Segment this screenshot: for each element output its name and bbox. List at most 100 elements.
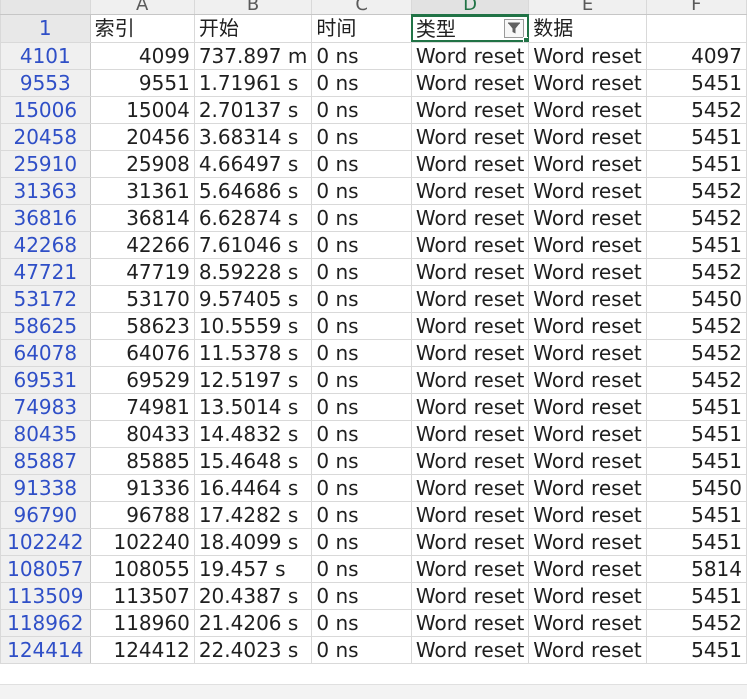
row-number[interactable]: 80435 xyxy=(0,419,91,448)
cell-header-time[interactable]: 时间 xyxy=(311,14,412,43)
cell-data[interactable]: Word reset xyxy=(528,446,647,475)
cell-time[interactable]: 0 ns xyxy=(311,581,412,610)
cell-value[interactable]: 5452 xyxy=(645,203,747,232)
cell-type[interactable]: Word reset xyxy=(410,608,530,637)
cell-start[interactable]: 20.4387 s xyxy=(193,581,313,610)
cell-time[interactable]: 0 ns xyxy=(311,95,412,124)
cell-type[interactable]: Word reset xyxy=(410,68,530,97)
cell-data[interactable]: Word reset xyxy=(528,122,647,151)
cell-value[interactable]: 5452 xyxy=(645,608,747,637)
cell-value[interactable]: 5452 xyxy=(645,95,747,124)
cell-type[interactable]: Word reset xyxy=(410,392,530,421)
filter-funnel-icon[interactable] xyxy=(504,18,525,38)
row-number[interactable]: 102242 xyxy=(0,527,91,556)
cell-type[interactable]: Word reset xyxy=(410,284,530,313)
cell-data[interactable]: Word reset xyxy=(528,635,647,664)
cell-value[interactable]: 5452 xyxy=(645,257,747,286)
cell-start[interactable]: 3.68314 s xyxy=(193,122,313,151)
cell-header-f[interactable] xyxy=(645,14,747,43)
cell-start[interactable]: 19.457 s xyxy=(193,554,313,583)
cell-data[interactable]: Word reset xyxy=(528,95,647,124)
cell-value[interactable]: 5452 xyxy=(645,365,747,394)
cell-time[interactable]: 0 ns xyxy=(311,257,412,286)
column-header-e[interactable]: E xyxy=(528,0,647,15)
cell-index[interactable]: 15004 xyxy=(89,95,195,124)
row-number[interactable]: 96790 xyxy=(0,500,91,529)
row-number[interactable]: 20458 xyxy=(0,122,91,151)
column-header-c[interactable]: C xyxy=(311,0,412,15)
cell-data[interactable]: Word reset xyxy=(528,257,647,286)
cell-index[interactable]: 9551 xyxy=(89,68,195,97)
cell-start[interactable]: 8.59228 s xyxy=(193,257,313,286)
row-number[interactable]: 69531 xyxy=(0,365,91,394)
cell-index[interactable]: 108055 xyxy=(89,554,195,583)
cell-type[interactable]: Word reset xyxy=(410,635,530,664)
cell-index[interactable]: 85885 xyxy=(89,446,195,475)
cell-time[interactable]: 0 ns xyxy=(311,473,412,502)
cell-time[interactable]: 0 ns xyxy=(311,635,412,664)
cell-time[interactable]: 0 ns xyxy=(311,527,412,556)
cell-header-data[interactable]: 数据 xyxy=(528,14,647,43)
cell-data[interactable]: Word reset xyxy=(528,41,647,70)
cell-time[interactable]: 0 ns xyxy=(311,500,412,529)
horizontal-scrollbar[interactable] xyxy=(0,684,747,699)
row-number[interactable]: 47721 xyxy=(0,257,91,286)
cell-type[interactable]: Word reset xyxy=(410,473,530,502)
cell-start[interactable]: 15.4648 s xyxy=(193,446,313,475)
cell-value[interactable]: 5451 xyxy=(645,446,747,475)
cell-data[interactable]: Word reset xyxy=(528,554,647,583)
cell-type[interactable]: Word reset xyxy=(410,230,530,259)
cell-value[interactable]: 5451 xyxy=(645,68,747,97)
cell-start[interactable]: 737.897 m xyxy=(193,41,313,70)
cell-value[interactable]: 5452 xyxy=(645,338,747,367)
cell-type[interactable]: Word reset xyxy=(410,176,530,205)
cell-value[interactable]: 5451 xyxy=(645,149,747,178)
cell-index[interactable]: 91336 xyxy=(89,473,195,502)
column-header-d[interactable]: D xyxy=(410,0,530,16)
row-number[interactable]: 124414 xyxy=(0,635,91,664)
cell-data[interactable]: Word reset xyxy=(528,311,647,340)
cell-data[interactable]: Word reset xyxy=(528,176,647,205)
cell-type[interactable]: Word reset xyxy=(410,419,530,448)
row-number[interactable]: 53172 xyxy=(0,284,91,313)
cell-type[interactable]: Word reset xyxy=(410,338,530,367)
cell-type[interactable]: Word reset xyxy=(410,365,530,394)
cell-type[interactable]: Word reset xyxy=(410,95,530,124)
cell-time[interactable]: 0 ns xyxy=(311,419,412,448)
cell-start[interactable]: 17.4282 s xyxy=(193,500,313,529)
cell-value[interactable]: 5452 xyxy=(645,311,747,340)
cell-type[interactable]: Word reset xyxy=(410,311,530,340)
cell-start[interactable]: 7.61046 s xyxy=(193,230,313,259)
row-number[interactable]: 25910 xyxy=(0,149,91,178)
cell-time[interactable]: 0 ns xyxy=(311,68,412,97)
cell-data[interactable]: Word reset xyxy=(528,473,647,502)
cell-start[interactable]: 16.4464 s xyxy=(193,473,313,502)
cell-start[interactable]: 22.4023 s xyxy=(193,635,313,664)
row-number[interactable]: 36816 xyxy=(0,203,91,232)
cell-value[interactable]: 5451 xyxy=(645,230,747,259)
cell-index[interactable]: 47719 xyxy=(89,257,195,286)
cell-index[interactable]: 102240 xyxy=(89,527,195,556)
cell-data[interactable]: Word reset xyxy=(528,230,647,259)
row-number[interactable]: 4101 xyxy=(0,41,91,70)
cell-value[interactable]: 5814 xyxy=(645,554,747,583)
row-number[interactable]: 85887 xyxy=(0,446,91,475)
row-number[interactable]: 42268 xyxy=(0,230,91,259)
cell-type[interactable]: Word reset xyxy=(410,41,530,70)
cell-index[interactable]: 113507 xyxy=(89,581,195,610)
cell-time[interactable]: 0 ns xyxy=(311,311,412,340)
cell-index[interactable]: 124412 xyxy=(89,635,195,664)
cell-time[interactable]: 0 ns xyxy=(311,608,412,637)
cell-start[interactable]: 6.62874 s xyxy=(193,203,313,232)
cell-data[interactable]: Word reset xyxy=(528,68,647,97)
cell-start[interactable]: 13.5014 s xyxy=(193,392,313,421)
cell-data[interactable]: Word reset xyxy=(528,608,647,637)
cell-data[interactable]: Word reset xyxy=(528,527,647,556)
row-number[interactable]: 9553 xyxy=(0,68,91,97)
column-header-b[interactable]: B xyxy=(193,0,313,15)
row-number[interactable]: 113509 xyxy=(0,581,91,610)
cell-index[interactable]: 69529 xyxy=(89,365,195,394)
cell-data[interactable]: Word reset xyxy=(528,365,647,394)
cell-type[interactable]: Word reset xyxy=(410,500,530,529)
cell-data[interactable]: Word reset xyxy=(528,203,647,232)
